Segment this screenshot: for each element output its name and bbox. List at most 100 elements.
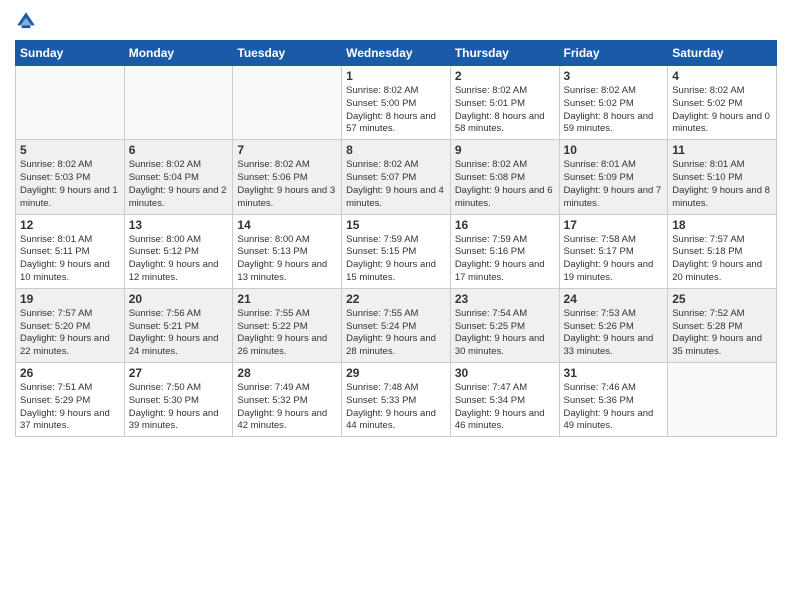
day-number: 13 <box>129 218 229 232</box>
day-info: Sunrise: 7:51 AM Sunset: 5:29 PM Dayligh… <box>20 382 120 433</box>
calendar-header-row: SundayMondayTuesdayWednesdayThursdayFrid… <box>16 41 777 66</box>
day-info: Sunrise: 7:55 AM Sunset: 5:22 PM Dayligh… <box>237 308 337 359</box>
logo-icon <box>15 10 37 32</box>
calendar-cell: 28 Sunrise: 7:49 AM Sunset: 5:32 PM Dayli… <box>233 363 342 437</box>
day-number: 26 <box>20 366 120 380</box>
day-info: Sunrise: 7:57 AM Sunset: 5:18 PM Dayligh… <box>672 234 772 285</box>
calendar-cell <box>233 66 342 140</box>
day-info: Sunrise: 7:50 AM Sunset: 5:30 PM Dayligh… <box>129 382 229 433</box>
calendar-cell: 16 Sunrise: 7:59 AM Sunset: 5:16 PM Dayli… <box>450 214 559 288</box>
calendar-header-monday: Monday <box>124 41 233 66</box>
calendar-cell: 22 Sunrise: 7:55 AM Sunset: 5:24 PM Dayli… <box>342 288 451 362</box>
calendar-cell: 10Sunrise: 8:01 AM Sunset: 5:09 PM Dayli… <box>559 140 668 214</box>
calendar-header-wednesday: Wednesday <box>342 41 451 66</box>
day-number: 14 <box>237 218 337 232</box>
day-info: Sunrise: 8:02 AM Sunset: 5:03 PM Dayligh… <box>20 159 120 210</box>
calendar-cell: 6Sunrise: 8:02 AM Sunset: 5:04 PM Daylig… <box>124 140 233 214</box>
calendar-week-row: 26 Sunrise: 7:51 AM Sunset: 5:29 PM Dayli… <box>16 363 777 437</box>
calendar-header-friday: Friday <box>559 41 668 66</box>
day-info: Sunrise: 7:53 AM Sunset: 5:26 PM Dayligh… <box>564 308 664 359</box>
day-number: 24 <box>564 292 664 306</box>
day-number: 4 <box>672 69 772 83</box>
day-info: Sunrise: 7:57 AM Sunset: 5:20 PM Dayligh… <box>20 308 120 359</box>
logo <box>15 10 41 32</box>
calendar-cell: 13 Sunrise: 8:00 AM Sunset: 5:12 PM Dayli… <box>124 214 233 288</box>
calendar: SundayMondayTuesdayWednesdayThursdayFrid… <box>15 40 777 437</box>
day-number: 20 <box>129 292 229 306</box>
day-info: Sunrise: 8:01 AM Sunset: 5:10 PM Dayligh… <box>672 159 772 210</box>
day-number: 2 <box>455 69 555 83</box>
calendar-cell: 21 Sunrise: 7:55 AM Sunset: 5:22 PM Dayli… <box>233 288 342 362</box>
day-info: Sunrise: 7:47 AM Sunset: 5:34 PM Dayligh… <box>455 382 555 433</box>
calendar-week-row: 12 Sunrise: 8:01 AM Sunset: 5:11 PM Dayli… <box>16 214 777 288</box>
day-number: 1 <box>346 69 446 83</box>
calendar-cell: 4 Sunrise: 8:02 AM Sunset: 5:02 PM Daylig… <box>668 66 777 140</box>
day-number: 17 <box>564 218 664 232</box>
day-info: Sunrise: 8:02 AM Sunset: 5:04 PM Dayligh… <box>129 159 229 210</box>
day-info: Sunrise: 7:55 AM Sunset: 5:24 PM Dayligh… <box>346 308 446 359</box>
calendar-cell: 5Sunrise: 8:02 AM Sunset: 5:03 PM Daylig… <box>16 140 125 214</box>
day-number: 16 <box>455 218 555 232</box>
day-info: Sunrise: 7:49 AM Sunset: 5:32 PM Dayligh… <box>237 382 337 433</box>
calendar-cell: 23 Sunrise: 7:54 AM Sunset: 5:25 PM Dayli… <box>450 288 559 362</box>
day-number: 11 <box>672 143 772 157</box>
calendar-cell <box>668 363 777 437</box>
calendar-header-tuesday: Tuesday <box>233 41 342 66</box>
day-number: 3 <box>564 69 664 83</box>
day-info: Sunrise: 8:02 AM Sunset: 5:07 PM Dayligh… <box>346 159 446 210</box>
calendar-cell: 15Sunrise: 7:59 AM Sunset: 5:15 PM Dayli… <box>342 214 451 288</box>
calendar-cell: 7Sunrise: 8:02 AM Sunset: 5:06 PM Daylig… <box>233 140 342 214</box>
day-info: Sunrise: 8:02 AM Sunset: 5:00 PM Dayligh… <box>346 85 446 136</box>
day-info: Sunrise: 7:59 AM Sunset: 5:16 PM Dayligh… <box>455 234 555 285</box>
day-info: Sunrise: 8:01 AM Sunset: 5:11 PM Dayligh… <box>20 234 120 285</box>
day-number: 27 <box>129 366 229 380</box>
calendar-cell: 17Sunrise: 7:58 AM Sunset: 5:17 PM Dayli… <box>559 214 668 288</box>
calendar-header-sunday: Sunday <box>16 41 125 66</box>
calendar-cell: 30 Sunrise: 7:47 AM Sunset: 5:34 PM Dayli… <box>450 363 559 437</box>
day-info: Sunrise: 7:48 AM Sunset: 5:33 PM Dayligh… <box>346 382 446 433</box>
day-number: 7 <box>237 143 337 157</box>
day-number: 8 <box>346 143 446 157</box>
day-number: 30 <box>455 366 555 380</box>
day-number: 12 <box>20 218 120 232</box>
day-info: Sunrise: 7:52 AM Sunset: 5:28 PM Dayligh… <box>672 308 772 359</box>
calendar-cell: 18 Sunrise: 7:57 AM Sunset: 5:18 PM Dayli… <box>668 214 777 288</box>
day-info: Sunrise: 8:00 AM Sunset: 5:12 PM Dayligh… <box>129 234 229 285</box>
day-number: 28 <box>237 366 337 380</box>
day-number: 25 <box>672 292 772 306</box>
day-number: 22 <box>346 292 446 306</box>
calendar-cell: 31Sunrise: 7:46 AM Sunset: 5:36 PM Dayli… <box>559 363 668 437</box>
calendar-cell: 24 Sunrise: 7:53 AM Sunset: 5:26 PM Dayli… <box>559 288 668 362</box>
calendar-cell: 3 Sunrise: 8:02 AM Sunset: 5:02 PM Daylig… <box>559 66 668 140</box>
header <box>15 10 777 32</box>
day-info: Sunrise: 7:59 AM Sunset: 5:15 PM Dayligh… <box>346 234 446 285</box>
day-number: 23 <box>455 292 555 306</box>
calendar-cell: 2Sunrise: 8:02 AM Sunset: 5:01 PM Daylig… <box>450 66 559 140</box>
day-info: Sunrise: 7:56 AM Sunset: 5:21 PM Dayligh… <box>129 308 229 359</box>
day-info: Sunrise: 8:02 AM Sunset: 5:02 PM Dayligh… <box>564 85 664 136</box>
calendar-cell: 9 Sunrise: 8:02 AM Sunset: 5:08 PM Daylig… <box>450 140 559 214</box>
day-info: Sunrise: 8:02 AM Sunset: 5:08 PM Dayligh… <box>455 159 555 210</box>
calendar-week-row: 5Sunrise: 8:02 AM Sunset: 5:03 PM Daylig… <box>16 140 777 214</box>
calendar-cell: 29Sunrise: 7:48 AM Sunset: 5:33 PM Dayli… <box>342 363 451 437</box>
calendar-cell <box>124 66 233 140</box>
page: SundayMondayTuesdayWednesdayThursdayFrid… <box>0 0 792 612</box>
calendar-cell: 27 Sunrise: 7:50 AM Sunset: 5:30 PM Dayli… <box>124 363 233 437</box>
calendar-cell: 1 Sunrise: 8:02 AM Sunset: 5:00 PM Daylig… <box>342 66 451 140</box>
calendar-cell: 12 Sunrise: 8:01 AM Sunset: 5:11 PM Dayli… <box>16 214 125 288</box>
calendar-cell: 8 Sunrise: 8:02 AM Sunset: 5:07 PM Daylig… <box>342 140 451 214</box>
day-number: 18 <box>672 218 772 232</box>
calendar-cell: 11 Sunrise: 8:01 AM Sunset: 5:10 PM Dayli… <box>668 140 777 214</box>
calendar-cell <box>16 66 125 140</box>
calendar-week-row: 1 Sunrise: 8:02 AM Sunset: 5:00 PM Daylig… <box>16 66 777 140</box>
calendar-cell: 14Sunrise: 8:00 AM Sunset: 5:13 PM Dayli… <box>233 214 342 288</box>
day-info: Sunrise: 7:54 AM Sunset: 5:25 PM Dayligh… <box>455 308 555 359</box>
calendar-cell: 19Sunrise: 7:57 AM Sunset: 5:20 PM Dayli… <box>16 288 125 362</box>
day-info: Sunrise: 8:02 AM Sunset: 5:02 PM Dayligh… <box>672 85 772 136</box>
calendar-cell: 25 Sunrise: 7:52 AM Sunset: 5:28 PM Dayli… <box>668 288 777 362</box>
day-number: 9 <box>455 143 555 157</box>
calendar-header-saturday: Saturday <box>668 41 777 66</box>
calendar-cell: 20 Sunrise: 7:56 AM Sunset: 5:21 PM Dayli… <box>124 288 233 362</box>
calendar-header-thursday: Thursday <box>450 41 559 66</box>
day-number: 21 <box>237 292 337 306</box>
